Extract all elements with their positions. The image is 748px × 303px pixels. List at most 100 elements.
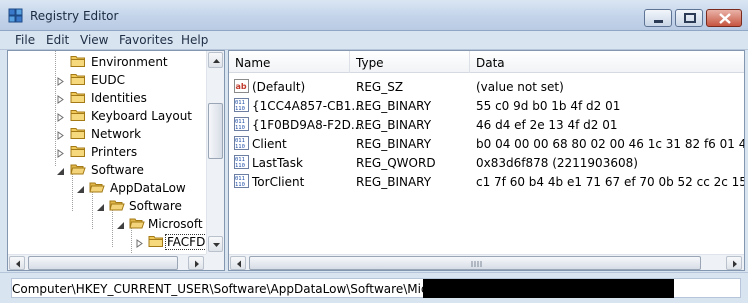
expand-arrow-icon[interactable] (56, 129, 65, 140)
tree-item[interactable]: Microsoft (8, 215, 206, 233)
maximize-button[interactable] (675, 9, 703, 27)
window-title: Registry Editor (30, 9, 119, 23)
scroll-thumb[interactable] (28, 256, 178, 270)
svg-text:110: 110 (235, 163, 245, 169)
cell-data: 55 c0 9d b0 1b 4f d2 01 (476, 99, 621, 113)
folder-icon (70, 126, 86, 140)
collapse-arrow-icon[interactable] (56, 165, 65, 175)
tree-item[interactable]: Network (8, 125, 206, 143)
list-header: Name Type Data (229, 51, 744, 73)
binary-value-icon: 011 110 (234, 98, 249, 112)
tree-horizontal-scrollbar[interactable] (8, 254, 206, 270)
folder-icon (70, 72, 86, 86)
tree-item[interactable]: Keyboard Layout (8, 107, 206, 125)
binary-value-icon: 011 110 (234, 136, 249, 150)
scroll-thumb[interactable] (249, 256, 701, 270)
tree-item-label: Environment (91, 55, 168, 69)
cell-data: 0x83d6f878 (2211903608) (476, 156, 638, 170)
binary-value-icon: 011 110 (234, 174, 249, 188)
cell-name: {1CC4A857-CB1... (252, 99, 363, 113)
folder-open-icon (70, 162, 86, 176)
folder-icon (70, 54, 86, 68)
svg-text:ab: ab (236, 82, 247, 91)
tree-item-label: EUDC (91, 73, 125, 87)
collapse-arrow-icon[interactable] (96, 201, 105, 211)
arrow-down-icon (213, 243, 220, 247)
tree-item-label: Software (91, 163, 144, 177)
list-row[interactable]: 011 110 TorClient REG_BINARY c1 7f 60 b4 4b … (229, 172, 744, 191)
scroll-right-button[interactable] (188, 256, 204, 270)
tree-item[interactable]: Identities (8, 89, 206, 107)
list-row[interactable]: ab (Default) REG_SZ (value not set) (229, 77, 744, 96)
folder-icon (70, 90, 86, 104)
tree-item-label: AppDataLow (110, 181, 186, 195)
menu-view[interactable]: View (80, 33, 108, 47)
tree-vertical-scrollbar[interactable] (206, 51, 224, 254)
scroll-thumb[interactable] (208, 103, 223, 159)
cell-type: REG_BINARY (356, 118, 432, 132)
scroll-down-button[interactable] (208, 236, 223, 252)
tree-item[interactable]: Environment (8, 53, 206, 71)
arrow-right-icon (733, 260, 737, 268)
tree-item[interactable]: Printers (8, 143, 206, 161)
scroll-left-button[interactable] (9, 256, 25, 270)
scrollbar-corner (206, 254, 224, 270)
arrow-left-icon (237, 260, 241, 268)
scroll-up-button[interactable] (208, 52, 223, 68)
tree-item[interactable]: FACFD (8, 233, 224, 251)
list-row[interactable]: 011 110 {1F0BD9A8-F2D... REG_BINARY 46 d4 ef… (229, 115, 744, 134)
list-horizontal-scrollbar[interactable] (229, 254, 744, 270)
column-data[interactable]: Data (470, 51, 744, 73)
tree-item[interactable]: EUDC (8, 71, 206, 89)
tree-item[interactable]: Software (8, 197, 206, 215)
cell-data: b0 04 00 00 68 80 02 00 46 1c 31 82 f6 0… (476, 137, 744, 151)
cell-data: (value not set) (476, 80, 564, 94)
cell-type: REG_QWORD (356, 156, 436, 170)
folder-open-icon (109, 198, 125, 212)
menu-help[interactable]: Help (181, 33, 208, 47)
svg-text:110: 110 (235, 106, 245, 112)
content-area: Environment EUDC Identities Keyboard Layout… (0, 50, 748, 272)
list-row[interactable]: 011 110 Client REG_BINARY b0 04 00 00 68 80 … (229, 134, 744, 153)
expand-arrow-icon[interactable] (56, 147, 65, 158)
minimize-icon (654, 20, 663, 23)
menu-file[interactable]: File (15, 33, 35, 47)
registry-tree[interactable]: Environment EUDC Identities Keyboard Layout… (7, 50, 225, 271)
column-name[interactable]: Name (229, 51, 350, 73)
cell-name: LastTask (252, 156, 303, 170)
tree-item[interactable]: AppDataLow (8, 179, 206, 197)
collapse-arrow-icon[interactable] (76, 183, 85, 193)
tree-item-label: Software (129, 199, 182, 213)
cell-type: REG_BINARY (356, 137, 432, 151)
arrow-up-icon (213, 59, 220, 63)
svg-text:110: 110 (235, 125, 245, 131)
scroll-right-button[interactable] (726, 256, 742, 270)
arrow-left-icon (16, 260, 20, 268)
list-row[interactable]: 011 110 LastTask REG_QWORD 0x83d6f878 (22119… (229, 153, 744, 172)
list-row[interactable]: 011 110 {1CC4A857-CB1... REG_BINARY 55 c0 9d… (229, 96, 744, 115)
tree-item[interactable]: Software (8, 161, 206, 179)
close-icon (719, 13, 731, 24)
values-list[interactable]: Name Type Data ab (Default) REG_SZ (value n… (228, 50, 745, 271)
collapse-arrow-icon[interactable] (116, 219, 125, 229)
column-type[interactable]: Type (350, 51, 470, 73)
scroll-left-button[interactable] (230, 256, 246, 270)
cell-type: REG_BINARY (356, 99, 432, 113)
expand-arrow-icon[interactable] (56, 93, 65, 104)
binary-value-icon: 011 110 (234, 117, 249, 131)
folder-open-icon (89, 180, 105, 194)
cell-name: TorClient (252, 175, 305, 189)
menu-favorites[interactable]: Favorites (119, 33, 173, 47)
expand-arrow-icon[interactable] (56, 111, 65, 122)
menu-edit[interactable]: Edit (46, 33, 69, 47)
folder-icon (70, 144, 86, 158)
minimize-button[interactable] (644, 9, 672, 27)
tree-item-label: Network (91, 127, 142, 141)
expand-arrow-icon[interactable] (135, 237, 144, 248)
cell-data: 46 d4 ef 2e 13 4f d2 01 (476, 118, 618, 132)
redaction-box (423, 279, 674, 298)
arrow-right-icon (195, 260, 199, 268)
close-button[interactable] (706, 9, 742, 27)
svg-text:110: 110 (235, 144, 245, 150)
expand-arrow-icon[interactable] (56, 75, 65, 86)
